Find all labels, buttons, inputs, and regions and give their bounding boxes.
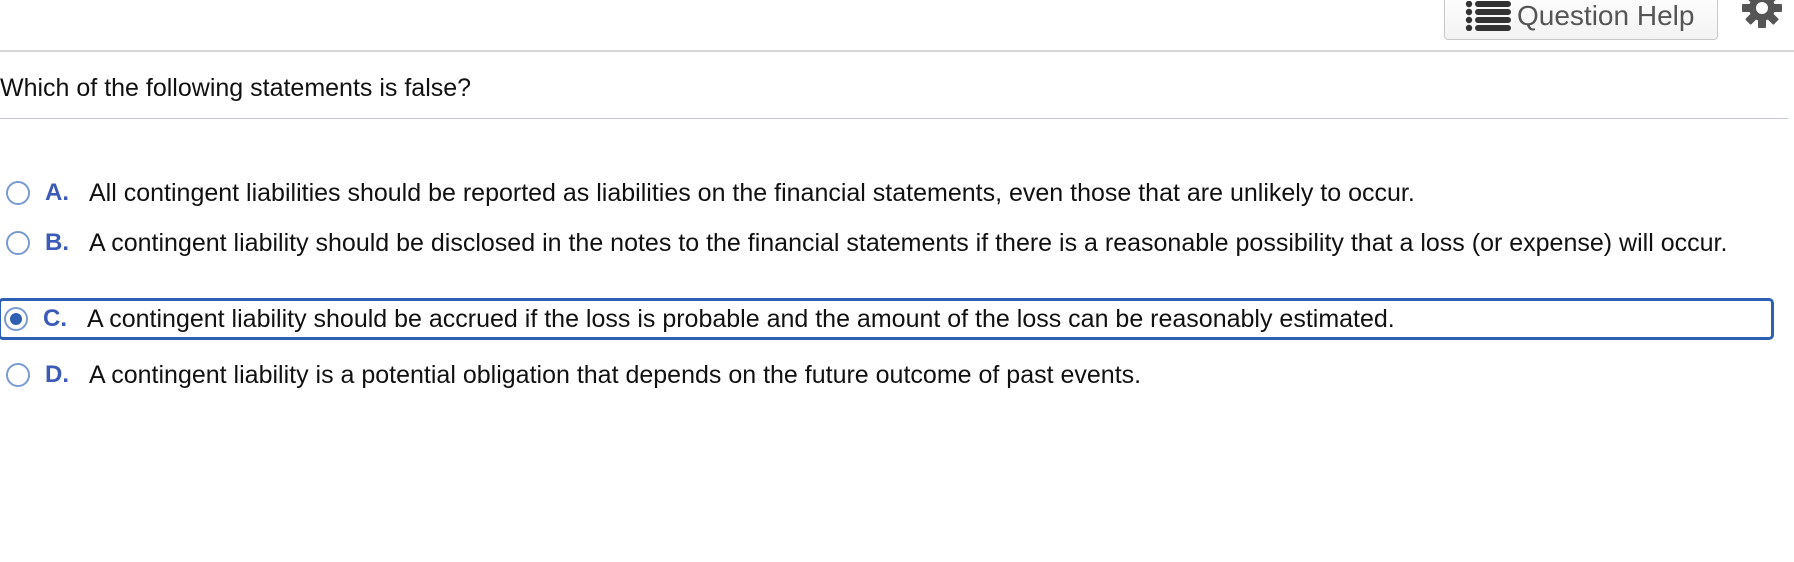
option-b[interactable]: B. A contingent liability should be disc…	[0, 224, 1776, 262]
toolbar-divider	[0, 50, 1794, 52]
option-letter: A.	[45, 179, 69, 206]
radio-button-b[interactable]	[6, 231, 30, 255]
list-icon	[1465, 1, 1511, 31]
question-help-label: Question Help	[1517, 0, 1695, 31]
radio-button-d[interactable]	[6, 363, 30, 387]
radio-button-a[interactable]	[6, 181, 30, 205]
option-d[interactable]: D. A contingent liability is a potential…	[0, 356, 1776, 394]
question-prompt: Which of the following statements is fal…	[0, 74, 472, 102]
option-c[interactable]: C. A contingent liability should be accr…	[0, 298, 1774, 340]
option-letter: D.	[45, 361, 69, 388]
question-help-button[interactable]: Question Help	[1444, 0, 1718, 40]
option-text: A contingent liability should be disclos…	[89, 229, 1728, 257]
question-divider	[0, 118, 1788, 119]
option-text: All contingent liabilities should be rep…	[89, 179, 1415, 207]
option-letter: C.	[43, 305, 67, 332]
radio-button-c[interactable]	[4, 307, 28, 331]
gear-icon	[1742, 0, 1782, 28]
question-page: Question Help Which of the following sta…	[0, 0, 1794, 562]
settings-button[interactable]	[1740, 0, 1784, 30]
option-letter: B.	[45, 229, 69, 256]
option-text: A contingent liability is a potential ob…	[89, 361, 1142, 389]
option-text: A contingent liability should be accrued…	[87, 305, 1395, 333]
option-a[interactable]: A. All contingent liabilities should be …	[0, 174, 1776, 212]
